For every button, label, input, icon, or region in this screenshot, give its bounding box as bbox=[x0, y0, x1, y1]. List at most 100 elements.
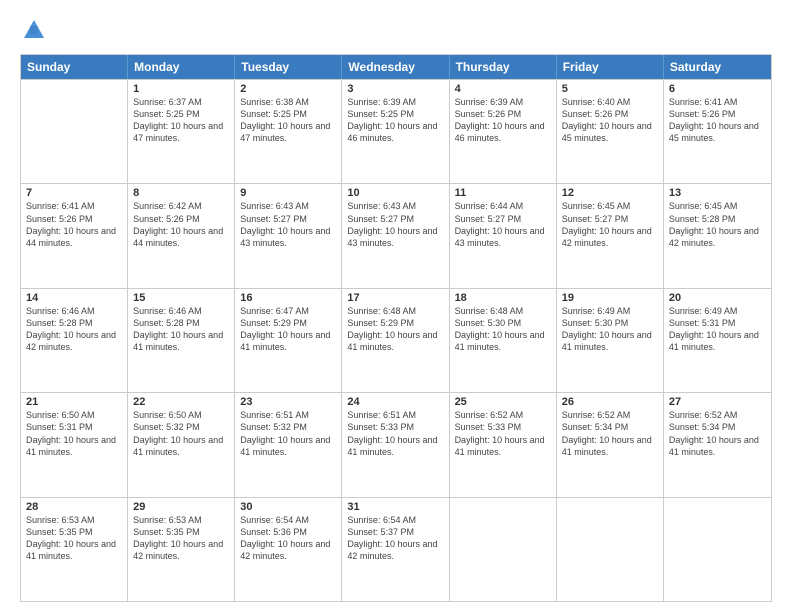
calendar-cell: 20Sunrise: 6:49 AM Sunset: 5:31 PM Dayli… bbox=[664, 289, 771, 392]
day-info: Sunrise: 6:40 AM Sunset: 5:26 PM Dayligh… bbox=[562, 96, 658, 145]
day-info: Sunrise: 6:45 AM Sunset: 5:28 PM Dayligh… bbox=[669, 200, 766, 249]
day-number: 11 bbox=[455, 187, 551, 199]
calendar-header-cell: Thursday bbox=[450, 55, 557, 79]
calendar-cell: 1Sunrise: 6:37 AM Sunset: 5:25 PM Daylig… bbox=[128, 80, 235, 183]
calendar-cell bbox=[21, 80, 128, 183]
calendar-cell: 15Sunrise: 6:46 AM Sunset: 5:28 PM Dayli… bbox=[128, 289, 235, 392]
day-info: Sunrise: 6:44 AM Sunset: 5:27 PM Dayligh… bbox=[455, 200, 551, 249]
day-number: 29 bbox=[133, 501, 229, 513]
calendar-row: 21Sunrise: 6:50 AM Sunset: 5:31 PM Dayli… bbox=[21, 392, 771, 496]
calendar-cell: 11Sunrise: 6:44 AM Sunset: 5:27 PM Dayli… bbox=[450, 184, 557, 287]
day-info: Sunrise: 6:52 AM Sunset: 5:34 PM Dayligh… bbox=[669, 409, 766, 458]
calendar-cell: 30Sunrise: 6:54 AM Sunset: 5:36 PM Dayli… bbox=[235, 498, 342, 601]
day-number: 14 bbox=[26, 292, 122, 304]
day-info: Sunrise: 6:53 AM Sunset: 5:35 PM Dayligh… bbox=[133, 514, 229, 563]
day-info: Sunrise: 6:46 AM Sunset: 5:28 PM Dayligh… bbox=[26, 305, 122, 354]
calendar-cell bbox=[450, 498, 557, 601]
day-number: 28 bbox=[26, 501, 122, 513]
calendar-row: 14Sunrise: 6:46 AM Sunset: 5:28 PM Dayli… bbox=[21, 288, 771, 392]
day-number: 20 bbox=[669, 292, 766, 304]
calendar-cell: 5Sunrise: 6:40 AM Sunset: 5:26 PM Daylig… bbox=[557, 80, 664, 183]
day-number: 18 bbox=[455, 292, 551, 304]
day-info: Sunrise: 6:43 AM Sunset: 5:27 PM Dayligh… bbox=[240, 200, 336, 249]
day-info: Sunrise: 6:42 AM Sunset: 5:26 PM Dayligh… bbox=[133, 200, 229, 249]
day-number: 10 bbox=[347, 187, 443, 199]
day-number: 26 bbox=[562, 396, 658, 408]
calendar-cell bbox=[664, 498, 771, 601]
calendar-cell: 21Sunrise: 6:50 AM Sunset: 5:31 PM Dayli… bbox=[21, 393, 128, 496]
day-info: Sunrise: 6:47 AM Sunset: 5:29 PM Dayligh… bbox=[240, 305, 336, 354]
calendar-cell: 2Sunrise: 6:38 AM Sunset: 5:25 PM Daylig… bbox=[235, 80, 342, 183]
day-number: 2 bbox=[240, 83, 336, 95]
calendar-cell: 6Sunrise: 6:41 AM Sunset: 5:26 PM Daylig… bbox=[664, 80, 771, 183]
calendar-cell: 8Sunrise: 6:42 AM Sunset: 5:26 PM Daylig… bbox=[128, 184, 235, 287]
day-number: 17 bbox=[347, 292, 443, 304]
calendar-row: 1Sunrise: 6:37 AM Sunset: 5:25 PM Daylig… bbox=[21, 79, 771, 183]
day-info: Sunrise: 6:50 AM Sunset: 5:32 PM Dayligh… bbox=[133, 409, 229, 458]
day-number: 13 bbox=[669, 187, 766, 199]
calendar-cell: 17Sunrise: 6:48 AM Sunset: 5:29 PM Dayli… bbox=[342, 289, 449, 392]
day-info: Sunrise: 6:49 AM Sunset: 5:31 PM Dayligh… bbox=[669, 305, 766, 354]
day-info: Sunrise: 6:43 AM Sunset: 5:27 PM Dayligh… bbox=[347, 200, 443, 249]
day-info: Sunrise: 6:50 AM Sunset: 5:31 PM Dayligh… bbox=[26, 409, 122, 458]
day-info: Sunrise: 6:37 AM Sunset: 5:25 PM Dayligh… bbox=[133, 96, 229, 145]
calendar-cell: 19Sunrise: 6:49 AM Sunset: 5:30 PM Dayli… bbox=[557, 289, 664, 392]
day-info: Sunrise: 6:39 AM Sunset: 5:26 PM Dayligh… bbox=[455, 96, 551, 145]
day-info: Sunrise: 6:41 AM Sunset: 5:26 PM Dayligh… bbox=[26, 200, 122, 249]
day-info: Sunrise: 6:45 AM Sunset: 5:27 PM Dayligh… bbox=[562, 200, 658, 249]
day-info: Sunrise: 6:54 AM Sunset: 5:36 PM Dayligh… bbox=[240, 514, 336, 563]
day-info: Sunrise: 6:52 AM Sunset: 5:34 PM Dayligh… bbox=[562, 409, 658, 458]
calendar-cell: 28Sunrise: 6:53 AM Sunset: 5:35 PM Dayli… bbox=[21, 498, 128, 601]
day-number: 31 bbox=[347, 501, 443, 513]
calendar-cell: 22Sunrise: 6:50 AM Sunset: 5:32 PM Dayli… bbox=[128, 393, 235, 496]
day-info: Sunrise: 6:39 AM Sunset: 5:25 PM Dayligh… bbox=[347, 96, 443, 145]
day-number: 19 bbox=[562, 292, 658, 304]
calendar-row: 28 Sunrise: 6:53 AM Sunset: 5:35 PM Dayli… bbox=[21, 497, 771, 601]
day-number: 8 bbox=[133, 187, 229, 199]
day-number: 16 bbox=[240, 292, 336, 304]
calendar-header-cell: Friday bbox=[557, 55, 664, 79]
calendar-cell: 13Sunrise: 6:45 AM Sunset: 5:28 PM Dayli… bbox=[664, 184, 771, 287]
calendar-cell: 9Sunrise: 6:43 AM Sunset: 5:27 PM Daylig… bbox=[235, 184, 342, 287]
calendar-row: 7Sunrise: 6:41 AM Sunset: 5:26 PM Daylig… bbox=[21, 183, 771, 287]
logo bbox=[20, 16, 52, 44]
calendar-cell: 3Sunrise: 6:39 AM Sunset: 5:25 PM Daylig… bbox=[342, 80, 449, 183]
day-number: 22 bbox=[133, 396, 229, 408]
day-info: Sunrise: 6:49 AM Sunset: 5:30 PM Dayligh… bbox=[562, 305, 658, 354]
calendar-cell: 29Sunrise: 6:53 AM Sunset: 5:35 PM Dayli… bbox=[128, 498, 235, 601]
page: SundayMondayTuesdayWednesdayThursdayFrid… bbox=[0, 0, 792, 612]
calendar-cell: 16Sunrise: 6:47 AM Sunset: 5:29 PM Dayli… bbox=[235, 289, 342, 392]
day-number: 5 bbox=[562, 83, 658, 95]
calendar-cell: 18Sunrise: 6:48 AM Sunset: 5:30 PM Dayli… bbox=[450, 289, 557, 392]
day-number: 30 bbox=[240, 501, 336, 513]
calendar-cell: 23Sunrise: 6:51 AM Sunset: 5:32 PM Dayli… bbox=[235, 393, 342, 496]
calendar-cell: 26Sunrise: 6:52 AM Sunset: 5:34 PM Dayli… bbox=[557, 393, 664, 496]
calendar-cell bbox=[557, 498, 664, 601]
day-number: 15 bbox=[133, 292, 229, 304]
calendar-cell: 25Sunrise: 6:52 AM Sunset: 5:33 PM Dayli… bbox=[450, 393, 557, 496]
calendar-header-cell: Saturday bbox=[664, 55, 771, 79]
calendar-header-cell: Sunday bbox=[21, 55, 128, 79]
calendar-header: SundayMondayTuesdayWednesdayThursdayFrid… bbox=[21, 55, 771, 79]
calendar-cell: 10Sunrise: 6:43 AM Sunset: 5:27 PM Dayli… bbox=[342, 184, 449, 287]
calendar-header-cell: Tuesday bbox=[235, 55, 342, 79]
calendar-cell: 7Sunrise: 6:41 AM Sunset: 5:26 PM Daylig… bbox=[21, 184, 128, 287]
calendar-cell: 31Sunrise: 6:54 AM Sunset: 5:37 PM Dayli… bbox=[342, 498, 449, 601]
calendar-body: 1Sunrise: 6:37 AM Sunset: 5:25 PM Daylig… bbox=[21, 79, 771, 601]
calendar-header-cell: Wednesday bbox=[342, 55, 449, 79]
day-number: 7 bbox=[26, 187, 122, 199]
calendar-cell: 4Sunrise: 6:39 AM Sunset: 5:26 PM Daylig… bbox=[450, 80, 557, 183]
logo-icon bbox=[20, 16, 48, 44]
day-info: Sunrise: 6:46 AM Sunset: 5:28 PM Dayligh… bbox=[133, 305, 229, 354]
day-number: 12 bbox=[562, 187, 658, 199]
day-info: Sunrise: 6:51 AM Sunset: 5:33 PM Dayligh… bbox=[347, 409, 443, 458]
day-info: Sunrise: 6:48 AM Sunset: 5:30 PM Dayligh… bbox=[455, 305, 551, 354]
day-info: Sunrise: 6:41 AM Sunset: 5:26 PM Dayligh… bbox=[669, 96, 766, 145]
day-number: 21 bbox=[26, 396, 122, 408]
day-number: 4 bbox=[455, 83, 551, 95]
day-number: 25 bbox=[455, 396, 551, 408]
day-number: 6 bbox=[669, 83, 766, 95]
calendar-cell: 14Sunrise: 6:46 AM Sunset: 5:28 PM Dayli… bbox=[21, 289, 128, 392]
calendar-header-cell: Monday bbox=[128, 55, 235, 79]
day-info: Sunrise: 6:38 AM Sunset: 5:25 PM Dayligh… bbox=[240, 96, 336, 145]
